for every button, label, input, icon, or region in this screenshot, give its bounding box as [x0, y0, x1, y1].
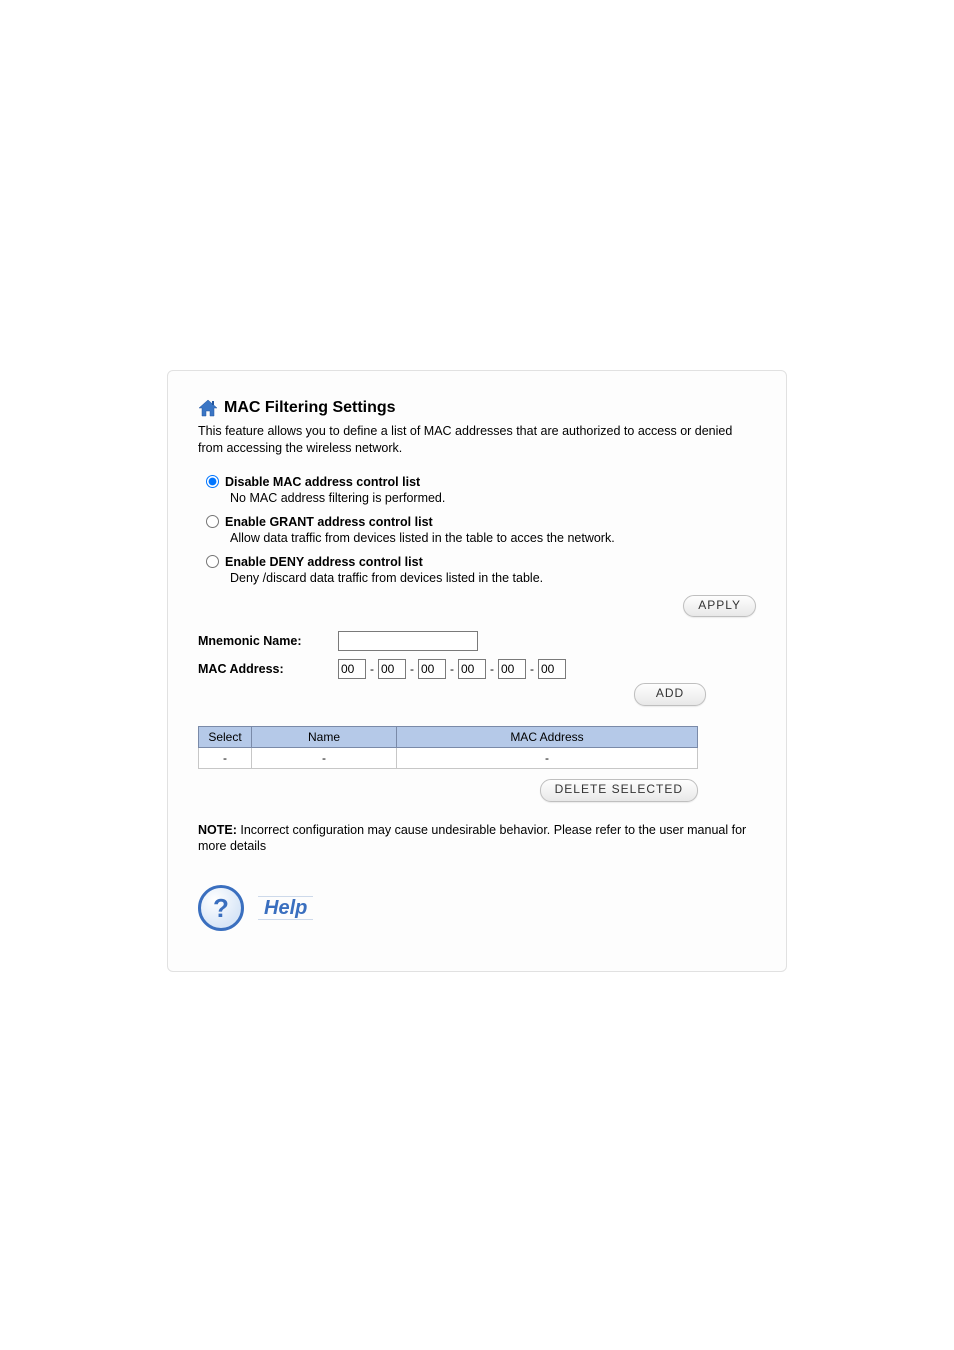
radio-deny-label: Enable DENY address control list — [225, 555, 423, 569]
radio-deny-desc: Deny /discard data traffic from devices … — [230, 571, 756, 585]
mac-seg-5[interactable] — [498, 659, 526, 679]
mac-dash: - — [530, 662, 534, 676]
add-row: ADD — [198, 683, 756, 706]
title-row: MAC Filtering Settings — [198, 399, 756, 417]
help-icon: ? — [198, 885, 244, 931]
cell-name: - — [252, 747, 397, 768]
intro-text: This feature allows you to define a list… — [198, 423, 756, 457]
mnemonic-label: Mnemonic Name: — [198, 634, 338, 648]
help-label: Help — [258, 896, 313, 920]
col-head-mac: MAC Address — [397, 726, 698, 747]
mac-seg-1[interactable] — [338, 659, 366, 679]
apply-button[interactable]: APPLY — [683, 595, 756, 618]
radio-option-deny: Enable DENY address control list Deny /d… — [206, 555, 756, 585]
radio-grant-desc: Allow data traffic from devices listed i… — [230, 531, 756, 545]
cell-mac: - — [397, 747, 698, 768]
settings-panel: MAC Filtering Settings This feature allo… — [167, 370, 787, 972]
radio-grant-label: Enable GRANT address control list — [225, 515, 433, 529]
table-row: - - - — [199, 747, 698, 768]
mac-seg-4[interactable] — [458, 659, 486, 679]
radio-deny[interactable] — [206, 555, 219, 568]
col-head-name: Name — [252, 726, 397, 747]
cell-select: - — [199, 747, 252, 768]
home-icon — [198, 399, 218, 417]
mac-label: MAC Address: — [198, 662, 338, 676]
radio-disable[interactable] — [206, 475, 219, 488]
mode-radio-group: Disable MAC address control list No MAC … — [206, 475, 756, 585]
mac-dash: - — [490, 662, 494, 676]
col-head-select: Select — [199, 726, 252, 747]
mac-input-row: - - - - - — [338, 659, 756, 679]
radio-option-grant: Enable GRANT address control list Allow … — [206, 515, 756, 545]
radio-disable-desc: No MAC address filtering is performed. — [230, 491, 756, 505]
note-body: Incorrect configuration may cause undesi… — [198, 823, 746, 854]
apply-row: APPLY — [198, 595, 756, 618]
mac-seg-6[interactable] — [538, 659, 566, 679]
mac-dash: - — [370, 662, 374, 676]
note-label: NOTE: — [198, 823, 237, 837]
note-text: NOTE: Incorrect configuration may cause … — [198, 822, 756, 856]
mac-table: Select Name MAC Address - - - — [198, 726, 698, 769]
delete-row: DELETE SELECTED — [198, 779, 698, 802]
delete-selected-button[interactable]: DELETE SELECTED — [540, 779, 698, 802]
mac-dash: - — [450, 662, 454, 676]
mac-seg-2[interactable] — [378, 659, 406, 679]
entry-form: Mnemonic Name: MAC Address: - - - - - — [198, 631, 756, 679]
radio-disable-label: Disable MAC address control list — [225, 475, 420, 489]
mac-seg-3[interactable] — [418, 659, 446, 679]
page-title: MAC Filtering Settings — [224, 399, 396, 417]
mac-dash: - — [410, 662, 414, 676]
mnemonic-input[interactable] — [338, 631, 478, 651]
radio-option-disable: Disable MAC address control list No MAC … — [206, 475, 756, 505]
help-link[interactable]: ? Help — [198, 885, 756, 931]
add-button[interactable]: ADD — [634, 683, 706, 706]
question-mark-icon: ? — [213, 895, 229, 921]
radio-grant[interactable] — [206, 515, 219, 528]
